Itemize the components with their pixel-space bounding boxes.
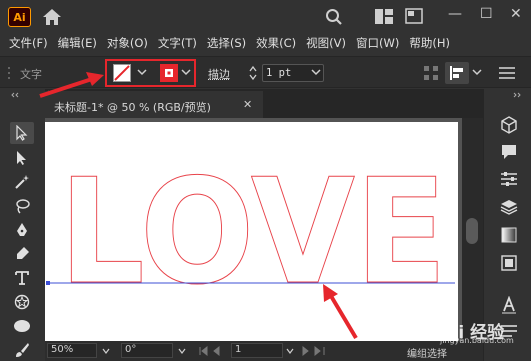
comments-panel-button[interactable]: [498, 142, 520, 162]
chevron-down-icon[interactable]: [472, 67, 482, 77]
home-icon[interactable]: [42, 8, 62, 26]
control-bar: 文字 描边 1 pt: [0, 56, 531, 88]
properties-panel-button[interactable]: [498, 115, 520, 135]
selection-tool[interactable]: [10, 122, 34, 144]
pen-icon: [17, 223, 27, 236]
panel-menu-icon[interactable]: [498, 65, 516, 81]
menu-file[interactable]: 文件(F): [9, 35, 48, 51]
watermark-url: jingyan.baidu.com: [440, 336, 514, 345]
chevron-down-icon[interactable]: [286, 347, 294, 355]
stepper-icon[interactable]: [248, 65, 258, 81]
expand-icon[interactable]: [512, 91, 524, 99]
lasso-icon: [16, 199, 30, 214]
status-bar: 50% 0° 1 编组选择: [45, 341, 483, 361]
character-a-icon: [502, 296, 516, 314]
lasso-tool[interactable]: [10, 195, 34, 217]
menu-help[interactable]: 帮助(H): [409, 35, 450, 51]
image-panel-button[interactable]: [498, 253, 520, 273]
collapse-icon[interactable]: [10, 91, 34, 99]
chevron-down-icon[interactable]: [311, 67, 321, 77]
stroke-weight-value: 1 pt: [266, 67, 292, 79]
magic-wand-tool[interactable]: [10, 171, 34, 193]
ellipse-tool[interactable]: [10, 315, 34, 337]
cube-icon: [501, 116, 517, 134]
highlight-box: [105, 59, 196, 87]
minimize-button[interactable]: —: [448, 6, 462, 22]
menu-edit[interactable]: 编辑(E): [58, 35, 97, 51]
chevron-down-icon[interactable]: [178, 347, 186, 355]
menu-bar: 文件(F) 编辑(E) 对象(O) 文字(T) 选择(S) 效果(C) 视图(V…: [0, 33, 531, 53]
chevron-down-icon[interactable]: [102, 347, 110, 355]
menu-view[interactable]: 视图(V): [306, 35, 346, 51]
tab-close-button[interactable]: ✕: [243, 98, 252, 111]
scrollbar-thumb[interactable]: [466, 218, 478, 244]
love-outline-text[interactable]: LOVE: [59, 148, 448, 318]
direct-selection-tool[interactable]: [10, 147, 34, 169]
menu-select[interactable]: 选择(S): [207, 35, 246, 51]
speech-bubble-icon: [502, 145, 516, 159]
tab-untitled-1[interactable]: 未标题-1* @ 50 % (RGB/预览) ✕: [45, 91, 263, 118]
layers-icon: [500, 200, 518, 215]
next-last-artboard-icon[interactable]: [299, 345, 331, 357]
document-tabs: 未标题-1* @ 50 % (RGB/预览) ✕: [45, 89, 483, 118]
curvature-pen-icon: [17, 247, 29, 259]
app-logo: Ai: [8, 7, 31, 27]
context-label: 文字: [20, 68, 42, 81]
title-bar: Ai — ☐ ✕: [0, 0, 531, 33]
rotation-value: 0°: [125, 344, 137, 355]
tab-title: 未标题-1* @ 50 % (RGB/预览): [54, 101, 211, 114]
workspace-switcher-icon[interactable]: [405, 8, 423, 24]
menu-effect[interactable]: 效果(C): [256, 35, 296, 51]
selection-arrow-icon: [16, 125, 28, 141]
artwork: LOVE: [46, 148, 455, 318]
search-icon[interactable]: [325, 8, 343, 26]
workspace-layout-icon[interactable]: [374, 8, 394, 25]
grip-icon[interactable]: [6, 65, 12, 81]
zoom-value: 50%: [51, 344, 74, 355]
maximize-button[interactable]: ☐: [480, 6, 493, 22]
artboard-number: 1: [235, 344, 242, 355]
status-mode: 编组选择: [407, 349, 447, 360]
magic-wand-icon: [15, 175, 29, 189]
first-prev-artboard-icon[interactable]: [197, 345, 229, 357]
image-icon: [501, 255, 517, 271]
menu-window[interactable]: 窗口(W): [356, 35, 399, 51]
align-left-icon: [450, 66, 463, 80]
stroke-label[interactable]: 描边: [208, 66, 230, 82]
shape-builder-tool[interactable]: [10, 291, 34, 313]
type-t-icon: [15, 271, 29, 285]
star-circle-icon: [14, 294, 30, 310]
sliders-icon: [501, 172, 517, 186]
anchor-point[interactable]: [46, 281, 50, 285]
align-grid-icon[interactable]: [423, 65, 439, 81]
properties-sliders-button[interactable]: [498, 169, 520, 189]
direct-selection-icon: [17, 151, 26, 165]
gradient-panel-button[interactable]: [498, 225, 520, 245]
gradient-icon: [501, 227, 517, 243]
artboard[interactable]: LOVE: [45, 122, 458, 341]
brush-icon: [16, 343, 29, 357]
menu-type[interactable]: 文字(T): [158, 35, 197, 51]
layers-panel-button[interactable]: [498, 197, 520, 217]
brush-tool[interactable]: [10, 339, 34, 361]
tools-panel: [0, 89, 45, 361]
menu-object[interactable]: 对象(O): [107, 35, 148, 51]
ellipse-icon: [14, 320, 30, 332]
curvature-tool[interactable]: [10, 243, 34, 265]
pen-tool[interactable]: [10, 219, 34, 241]
close-window-button[interactable]: ✕: [510, 6, 522, 22]
character-panel-button[interactable]: [498, 295, 520, 315]
type-tool[interactable]: [10, 267, 34, 289]
